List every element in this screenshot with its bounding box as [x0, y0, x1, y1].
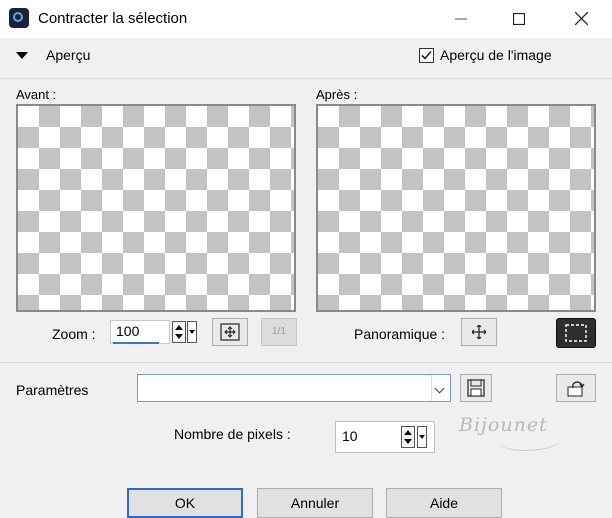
move-arrows-icon — [472, 325, 486, 339]
selection-button[interactable] — [556, 318, 596, 348]
save-disk-icon — [467, 379, 485, 397]
actual-size-button[interactable]: 1/1 — [261, 318, 297, 346]
save-preset-button[interactable] — [460, 374, 492, 402]
chevron-down-icon[interactable] — [431, 375, 450, 401]
after-preview[interactable] — [316, 104, 596, 312]
divider — [0, 362, 612, 363]
preview-section-title[interactable]: Aperçu — [46, 47, 90, 63]
minimize-icon — [455, 18, 467, 20]
zoom-spinner[interactable] — [172, 321, 186, 343]
before-preview[interactable] — [16, 104, 296, 312]
reset-preset-button[interactable] — [556, 374, 596, 402]
help-button[interactable]: Aide — [386, 488, 502, 518]
ok-button[interactable]: OK — [127, 488, 243, 518]
zoom-dropdown[interactable] — [187, 321, 197, 343]
maximize-icon — [512, 12, 526, 25]
preset-select[interactable] — [137, 374, 451, 402]
reset-preset-icon — [567, 381, 585, 397]
pixels-dropdown[interactable] — [417, 426, 427, 448]
maximize-button[interactable] — [496, 4, 542, 34]
pan-label: Panoramique : — [354, 326, 446, 342]
after-label: Après : — [316, 87, 358, 102]
watermark-swirl — [500, 432, 560, 451]
selection-marquee-icon — [565, 324, 587, 342]
cancel-button[interactable]: Annuler — [257, 488, 373, 518]
pixels-label: Nombre de pixels : — [174, 426, 291, 442]
fit-to-window-icon — [220, 323, 240, 341]
before-label: Avant : — [16, 87, 57, 102]
window-title: Contracter la sélection — [38, 10, 188, 27]
image-preview-label[interactable]: Aperçu de l'image — [440, 47, 552, 63]
image-preview-checkbox[interactable] — [419, 48, 434, 63]
pan-button[interactable] — [461, 318, 497, 346]
zoom-label: Zoom : — [52, 326, 96, 342]
minimize-button[interactable] — [438, 4, 484, 34]
triangle-down-icon[interactable] — [16, 52, 28, 59]
close-icon — [574, 11, 588, 26]
fit-to-window-button[interactable] — [212, 318, 248, 346]
app-icon — [9, 8, 29, 28]
params-label: Paramètres — [16, 382, 89, 398]
divider — [0, 78, 612, 79]
pixels-spinner[interactable] — [401, 426, 415, 448]
close-button[interactable] — [558, 4, 604, 34]
checkmark-icon — [421, 50, 432, 60]
zoom-input[interactable]: 100 — [110, 320, 170, 344]
